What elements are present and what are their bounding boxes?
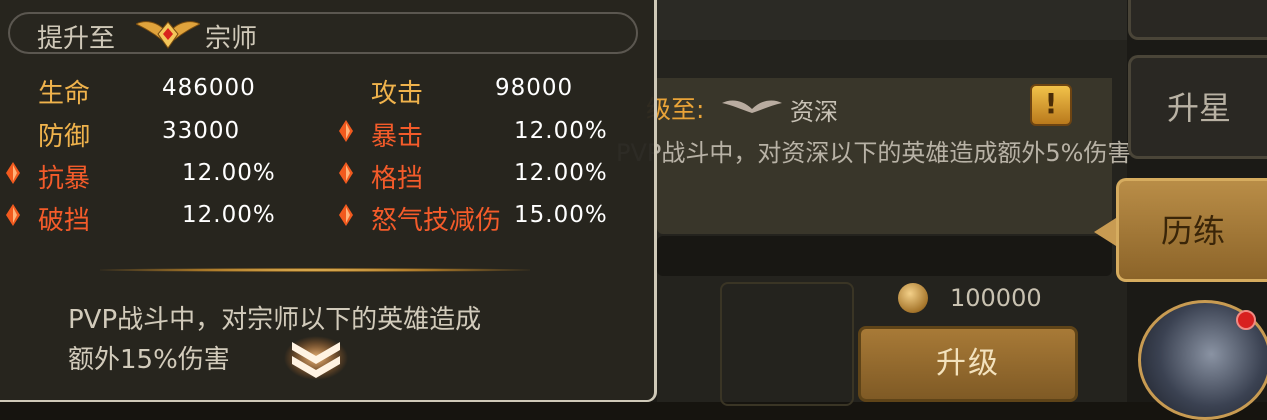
materials-strip — [657, 236, 1112, 276]
info-exclamation-button[interactable]: ! — [1030, 84, 1072, 126]
stat-value-hp: 486000 — [162, 75, 256, 101]
notification-dot-icon — [1236, 310, 1256, 330]
stat-label-crit-resist: 抗暴 — [38, 164, 91, 194]
stat-label-hp: 生命 — [38, 79, 91, 109]
chevron-double-down-icon[interactable] — [284, 332, 348, 380]
stat-value-defense: 33000 — [162, 118, 241, 144]
stat-value-crit-resist: 12.00% — [182, 160, 276, 186]
coin-cost: 100000 — [950, 284, 1042, 312]
rank-up-name: 资深 — [790, 98, 838, 126]
gem-icon — [339, 162, 353, 184]
gold-divider — [100, 268, 530, 272]
gem-icon — [339, 120, 353, 142]
upgrade-button[interactable]: 升级 — [858, 326, 1078, 402]
stat-value-rage-reduction: 15.00% — [514, 202, 608, 228]
tooltip-header: 提升至 宗师 — [8, 12, 638, 54]
stat-value-block: 12.00% — [514, 160, 608, 186]
wing-rank-icon — [722, 100, 782, 113]
material-slot[interactable] — [720, 282, 854, 406]
panel-top-bar — [657, 0, 1127, 40]
stat-value-crit: 12.00% — [514, 118, 608, 144]
stat-value-attack: 98000 — [495, 75, 574, 101]
stat-label-defense: 防御 — [38, 122, 91, 152]
header-prefix: 提升至 — [37, 24, 116, 54]
stat-label-block-break: 破挡 — [38, 206, 91, 236]
side-tab-top[interactable] — [1128, 0, 1267, 40]
rank-description: PVP战斗中，对资深以下的英雄造成额外5%伤害 — [616, 139, 1132, 167]
stat-label-attack: 攻击 — [371, 79, 424, 109]
side-tab-star-up[interactable]: 升星 — [1128, 55, 1267, 159]
stat-label-block: 格挡 — [371, 164, 424, 194]
header-rank-name: 宗师 — [205, 24, 258, 54]
gold-coin-icon — [898, 283, 928, 313]
gem-icon — [6, 204, 20, 226]
rank-up-tooltip: 提升至 宗师 生命 486000 攻击 98000 防御 33000 暴击 12… — [0, 0, 657, 402]
winged-crest-icon — [136, 21, 200, 49]
stat-label-rage-reduction: 怒气技减伤 — [371, 206, 502, 236]
gem-icon — [6, 162, 20, 184]
tab-pointer-icon — [1094, 218, 1116, 246]
stat-value-block-break: 12.00% — [182, 202, 276, 228]
stat-label-crit: 暴击 — [371, 122, 424, 152]
gem-icon — [339, 204, 353, 226]
side-tab-training[interactable]: 历练 — [1116, 178, 1267, 282]
